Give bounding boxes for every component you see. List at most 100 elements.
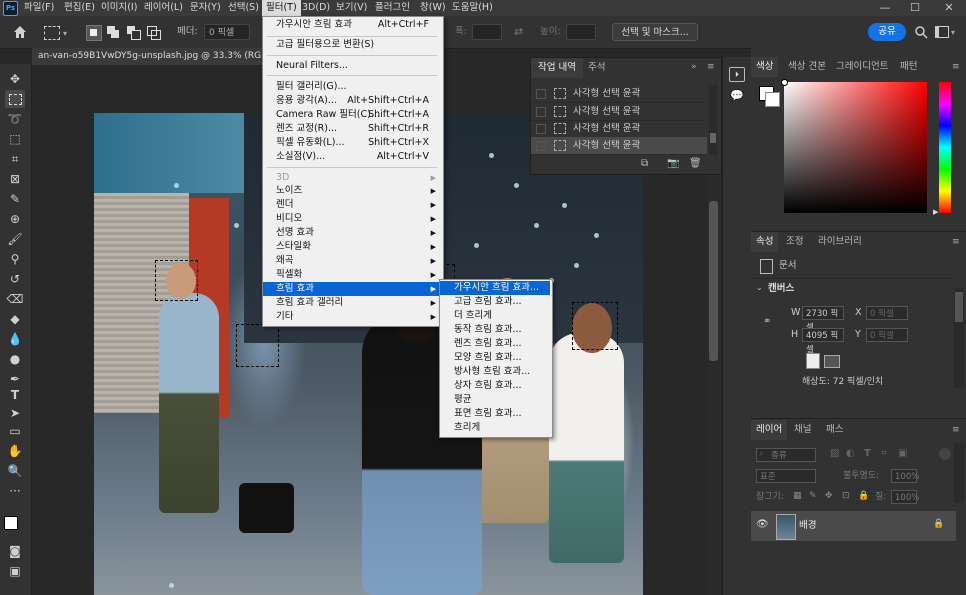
crop-tool-icon[interactable]: ⌗ — [5, 150, 25, 168]
frame-tool-icon[interactable]: ⊠ — [5, 170, 25, 188]
submenu-item-radial-blur[interactable]: 방사형 흐림 효과... — [440, 365, 550, 379]
lock-image-icon[interactable]: ✎ — [809, 491, 817, 501]
submenu-item-lens-blur[interactable]: 렌즈 흐림 효과... — [440, 337, 550, 351]
menu-item-stylize[interactable]: 스타일화 ▶ — [263, 240, 441, 254]
history-checkbox[interactable] — [536, 107, 546, 117]
zoom-tool-icon[interactable]: 🔍 — [5, 462, 25, 480]
paint-bucket-tool-icon[interactable]: ◆ — [5, 310, 25, 328]
chevron-down-icon[interactable]: ⌄ — [756, 283, 763, 292]
menu-item-blur[interactable]: 흐림 효과 ▶ — [263, 282, 441, 296]
submenu-item-surface-blur[interactable]: 표면 흐림 효과... — [440, 407, 550, 421]
color-field[interactable] — [781, 79, 927, 213]
shape-filter-icon[interactable]: ⌗ — [881, 448, 887, 459]
submenu-item-average[interactable]: 평균 — [440, 393, 550, 407]
trash-icon[interactable]: 🗑 — [689, 158, 702, 169]
tab-adjustments[interactable]: 조정 — [781, 232, 808, 252]
width-input[interactable] — [472, 24, 502, 40]
history-scrollbar[interactable] — [709, 85, 717, 155]
feather-input[interactable]: 0 픽셀 — [204, 24, 250, 40]
panel-collapse-icon[interactable]: » — [691, 62, 697, 72]
menu-item-vanishing-point[interactable]: 소실점(V)... Alt+Ctrl+V — [263, 150, 441, 164]
healing-brush-tool-icon[interactable]: ⊕ — [5, 210, 25, 228]
new-document-from-state-icon[interactable]: ⧉ — [641, 158, 648, 169]
menu-select[interactable]: 선택(S) — [228, 0, 259, 16]
history-checkbox[interactable] — [536, 141, 546, 151]
history-panel-icon[interactable]: ⏵ — [729, 67, 745, 82]
scrollbar-thumb[interactable] — [710, 133, 716, 143]
tab-channels[interactable]: 채널 — [789, 420, 816, 440]
lasso-tool-icon[interactable]: ➰ — [5, 110, 25, 128]
menu-item-video[interactable]: 비디오 ▶ — [263, 212, 441, 226]
lock-position-icon[interactable]: ✥ — [825, 491, 833, 501]
fill-field[interactable]: 100% — [891, 490, 919, 504]
new-selection-icon[interactable] — [86, 25, 102, 41]
history-row[interactable]: 사각형 선택 윤곽 — [531, 103, 707, 121]
menu-item-adaptive-wide-angle[interactable]: 응용 광각(A)... Alt+Shift+Ctrl+A — [263, 94, 441, 108]
rectangular-marquee-tool-icon[interactable] — [5, 90, 25, 108]
scrollbar-thumb[interactable] — [955, 292, 963, 322]
canvas-x-field[interactable]: 0 픽셀 — [866, 306, 908, 320]
selection-marquee[interactable] — [572, 302, 618, 350]
menu-plugins[interactable]: 플러그인 — [375, 0, 410, 16]
background-color-swatch[interactable] — [765, 92, 780, 107]
submenu-item-blur-more[interactable]: 더 흐리게 — [440, 309, 550, 323]
tab-history[interactable]: 작업 내역 — [531, 58, 583, 78]
subtract-selection-icon[interactable] — [126, 25, 141, 40]
object-selection-tool-icon[interactable]: ⬚ — [5, 130, 25, 148]
panel-menu-icon[interactable]: ≡ — [707, 62, 715, 72]
blend-mode-select[interactable]: 표준 — [756, 469, 816, 483]
history-row[interactable]: 사각형 선택 윤곽 — [531, 120, 707, 138]
opacity-field[interactable]: 100% — [891, 469, 919, 483]
tab-gradients[interactable]: 그레이디언트 — [831, 57, 893, 77]
brush-tool-icon[interactable]: 🖌 — [5, 230, 25, 248]
panel-menu-icon[interactable]: ≡ — [952, 237, 960, 247]
smart-object-filter-icon[interactable]: ▣ — [898, 448, 907, 459]
maximize-button[interactable]: ☐ — [900, 0, 930, 16]
workspace-chevron-icon[interactable]: ▾ — [951, 28, 955, 37]
canvas-width-field[interactable]: 2730 픽셀 — [802, 306, 844, 333]
history-brush-tool-icon[interactable]: ↺ — [5, 270, 25, 288]
submenu-item-motion-blur[interactable]: 동작 흐림 효과... — [440, 323, 550, 337]
history-row-current[interactable]: 사각형 선택 윤곽 — [531, 137, 707, 155]
menu-item-liquify[interactable]: 픽셀 유동화(L)... Shift+Ctrl+X — [263, 136, 441, 150]
screen-mode-icon[interactable]: ▣ — [5, 562, 25, 580]
document-tab[interactable]: an-van-o59B1VwDY5g-unsplash.jpg @ 33.3% … — [32, 48, 262, 65]
hand-tool-icon[interactable]: ✋ — [5, 442, 25, 460]
adjustment-filter-icon[interactable]: ◐ — [846, 448, 855, 459]
tab-paths[interactable]: 패스 — [821, 420, 848, 440]
lock-all-icon[interactable]: 🔒 — [858, 491, 869, 501]
history-row[interactable]: 사각형 선택 윤곽 — [531, 85, 707, 103]
portrait-orientation-icon[interactable] — [806, 353, 820, 369]
minimize-button[interactable]: — — [870, 0, 900, 16]
marquee-tool-preset-icon[interactable] — [44, 26, 60, 40]
dodge-tool-icon[interactable]: ● — [5, 350, 25, 368]
foreground-color-swatch[interactable] — [4, 516, 18, 530]
submenu-item-blur[interactable]: 흐리게 — [440, 421, 550, 435]
height-input[interactable] — [566, 24, 596, 40]
canvas-y-field[interactable]: 0 픽셀 — [866, 328, 908, 342]
rectangle-tool-icon[interactable]: ▭ — [5, 422, 25, 440]
layer-row[interactable]: 👁 배경 🔒 — [751, 511, 956, 541]
swap-icon[interactable]: ⇄ — [514, 25, 523, 38]
menu-help[interactable]: 도움말(H) — [452, 0, 493, 16]
menu-item-neural-filters[interactable]: Neural Filters... — [263, 59, 441, 73]
menu-type[interactable]: 문자(Y) — [190, 0, 221, 16]
menu-image[interactable]: 이미지(I) — [101, 0, 137, 16]
clone-stamp-tool-icon[interactable]: ⚲ — [5, 250, 25, 268]
menu-view[interactable]: 보기(V) — [336, 0, 367, 16]
history-checkbox[interactable] — [536, 124, 546, 134]
menu-edit[interactable]: 편집(E) — [64, 0, 95, 16]
menu-item-gaussian-blur-last[interactable]: 가우시안 흐림 효과 Alt+Ctrl+F — [263, 18, 441, 32]
menu-item-lens-correction[interactable]: 렌즈 교정(R)... Shift+Ctrl+R — [263, 122, 441, 136]
eraser-tool-icon[interactable]: ⌫ — [5, 290, 25, 308]
menu-item-other[interactable]: 기타 ▶ — [263, 310, 441, 324]
selection-marquee[interactable] — [236, 324, 279, 367]
blur-tool-icon[interactable]: 💧 — [5, 330, 25, 348]
intersect-selection-icon[interactable] — [146, 25, 161, 40]
menu-item-pixelate[interactable]: 픽셀화 ▶ — [263, 268, 441, 282]
eye-icon[interactable]: 👁 — [756, 519, 769, 530]
layers-scrollbar[interactable] — [954, 443, 964, 503]
link-icon[interactable]: ⚭ — [763, 316, 771, 327]
menu-item-sharpen[interactable]: 선명 효과 ▶ — [263, 226, 441, 240]
menu-item-filter-gallery[interactable]: 필터 갤러리(G)... — [263, 80, 441, 94]
